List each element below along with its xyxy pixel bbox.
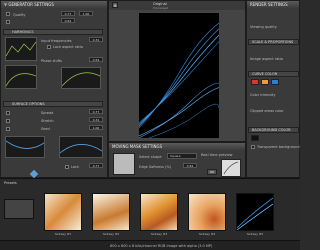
select-shape-label: Select shape <box>139 155 162 159</box>
preset-scroll-left[interactable] <box>4 199 34 219</box>
color-intensity-label: Color intensity <box>250 93 276 97</box>
quality-checkbox[interactable] <box>6 12 10 16</box>
generator-settings-panel: ▼ GENERATOR SETTINGS Quality 0.77 1.00 0… <box>0 0 108 179</box>
curve-color-swatch-2[interactable] <box>261 79 269 85</box>
phase-graph[interactable] <box>5 65 37 89</box>
seed-checkbox[interactable] <box>6 127 10 131</box>
generator-settings-header: ▼ GENERATOR SETTINGS <box>1 1 107 8</box>
image-aspect-label: Image aspect ratio <box>250 57 283 61</box>
quality-field-2[interactable]: 1.00 <box>79 11 93 16</box>
frequency-field[interactable]: 0.31 <box>89 37 103 42</box>
shape-dropdown[interactable]: Square <box>167 153 197 159</box>
render-settings-panel: RENDER SETTINGS Viewing quality SCALE & … <box>246 0 300 178</box>
lock-aspect-checkbox[interactable] <box>47 45 51 49</box>
preset-thumb-5[interactable] <box>236 193 274 231</box>
spread-field[interactable]: 0.77 <box>89 109 103 114</box>
edge-softness-field[interactable]: 0.52 <box>183 163 197 168</box>
zoom-icon[interactable]: ⊕ <box>112 2 118 8</box>
preview-graph-left <box>5 136 45 158</box>
harmonics-graph[interactable] <box>5 37 37 61</box>
seed-field[interactable]: 1.00 <box>89 125 103 130</box>
harmonics-section[interactable]: HARMONICS <box>3 29 103 35</box>
preset-label-5: fantasy #5 <box>246 232 264 236</box>
mask-preview-thumb <box>221 159 241 177</box>
stretch-field[interactable]: 0.31 <box>89 117 103 122</box>
blue-marker-icon[interactable] <box>29 169 39 179</box>
transparent-label: Transparent background <box>257 145 300 149</box>
lock-label: Lock <box>71 165 79 169</box>
preset-thumb-2[interactable] <box>92 193 130 231</box>
phase-shifts-label: Phase shifts <box>41 59 62 63</box>
surface-options-section[interactable]: SURFACE OPTIONS <box>3 101 103 107</box>
edge-softness-label: Edge Softness (%) <box>139 165 172 169</box>
preset-thumb-4[interactable] <box>188 193 226 231</box>
curve-color-swatch-3[interactable] <box>271 79 279 85</box>
lock-aspect-label: Lock aspect ratio <box>53 45 83 49</box>
preset-thumb-1[interactable] <box>44 193 82 231</box>
phase-graph-2[interactable] <box>61 67 101 89</box>
spread-label: Spread <box>41 111 54 115</box>
stretch-label: Stretch <box>41 119 54 123</box>
lock-field[interactable]: 0.77 <box>89 163 103 168</box>
ok-button[interactable]: OK <box>207 169 217 175</box>
quality-field[interactable]: 0.77 <box>61 11 75 16</box>
input-frequencies-label: Input frequencies <box>41 39 72 43</box>
viewing-quality-label: Viewing quality <box>250 25 277 29</box>
status-text: 800 x 600 x 8 bits/channel RGB image wit… <box>110 244 213 248</box>
mask-shape-preview <box>113 153 135 175</box>
moving-mask-panel: MOVING MASK SETTINGS Select shape Square… <box>108 142 246 178</box>
preview-graph-right <box>59 136 103 158</box>
quality-field-3[interactable]: 0.52 <box>61 18 75 23</box>
transparent-checkbox[interactable] <box>251 145 255 149</box>
preset-label-2: fantasy #2 <box>102 232 120 236</box>
stretch-checkbox[interactable] <box>6 119 10 123</box>
preset-label-1: fantasy #1 <box>54 232 72 236</box>
preview-toolbar: ⊕ Original Processed <box>109 1 245 10</box>
lock-checkbox[interactable] <box>65 165 69 169</box>
background-color-section[interactable]: BACKGROUND COLOR <box>248 127 299 133</box>
quality-checkbox-2[interactable] <box>6 20 10 24</box>
preset-thumb-3[interactable] <box>140 193 178 231</box>
curve-color-swatch[interactable] <box>251 79 259 85</box>
render-settings-header: RENDER SETTINGS <box>247 1 299 8</box>
status-bar: 800 x 600 x 8 bits/channel RGB image wit… <box>0 240 300 250</box>
tab-processed[interactable]: Processed <box>153 6 168 10</box>
preset-5-art <box>236 197 274 231</box>
moving-mask-header: MOVING MASK SETTINGS <box>109 143 245 150</box>
curve-color-section[interactable]: CURVE COLOR <box>248 71 299 77</box>
preview-area: ⊕ Original Processed <box>108 0 246 142</box>
real-time-label: Real time preview <box>201 153 233 157</box>
preset-label-4: fantasy #4 <box>198 232 216 236</box>
scale-section[interactable]: SCALE & PROPORTIONS <box>248 39 299 45</box>
spread-checkbox[interactable] <box>6 111 10 115</box>
quality-label: Quality <box>13 13 26 17</box>
render-canvas[interactable] <box>139 13 219 138</box>
background-swatch[interactable] <box>251 135 259 141</box>
presets-header: Presets <box>4 181 17 185</box>
seed-label: Seed <box>41 127 50 131</box>
clipped-areas-label: Clipped areas color <box>250 109 284 113</box>
preset-label-3: fantasy #3 <box>150 232 168 236</box>
phase-field[interactable]: 0.52 <box>89 57 103 62</box>
